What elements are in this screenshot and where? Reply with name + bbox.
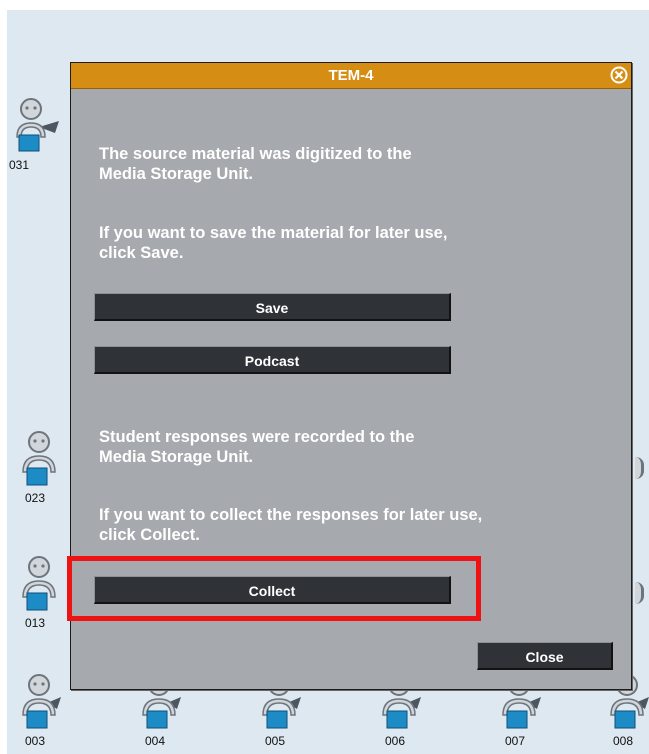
responses-message: Student responses were recorded to the M… [99,428,415,466]
seat-number: 004 [145,734,166,748]
dialog-titlebar[interactable]: TEM-4 [71,63,631,89]
partial-seat-edge [635,582,644,604]
seat-number: 007 [505,734,526,748]
seat-number: 013 [25,616,46,630]
student-seat-003[interactable]: 003 [9,673,61,753]
student-icon [22,674,61,729]
seat-number: 003 [25,734,46,748]
podcast-button[interactable]: Podcast [94,346,451,374]
close-button[interactable]: Close [477,642,613,670]
seat-number: 023 [25,491,46,505]
student-seat-023[interactable]: 023 [9,430,61,510]
seat-number: 008 [613,734,634,748]
partial-seat-edge [635,457,644,479]
student-icon [22,431,56,486]
seat-number: 006 [385,734,406,748]
student-seat-013[interactable]: 013 [9,555,61,635]
save-button[interactable]: Save [94,293,451,321]
student-icon [16,98,59,152]
seat-number: 031 [9,158,30,172]
student-icon [22,556,56,611]
student-seat-031[interactable]: 031 [9,97,61,177]
digitized-message: The source material was digitized to the… [99,145,412,183]
collect-highlight-box [67,556,481,621]
close-icon[interactable] [610,66,628,84]
collect-instruction: If you want to collect the responses for… [99,506,483,544]
save-instruction: If you want to save the material for lat… [99,224,448,262]
seat-number: 005 [265,734,286,748]
dialog-title: TEM-4 [328,67,374,84]
